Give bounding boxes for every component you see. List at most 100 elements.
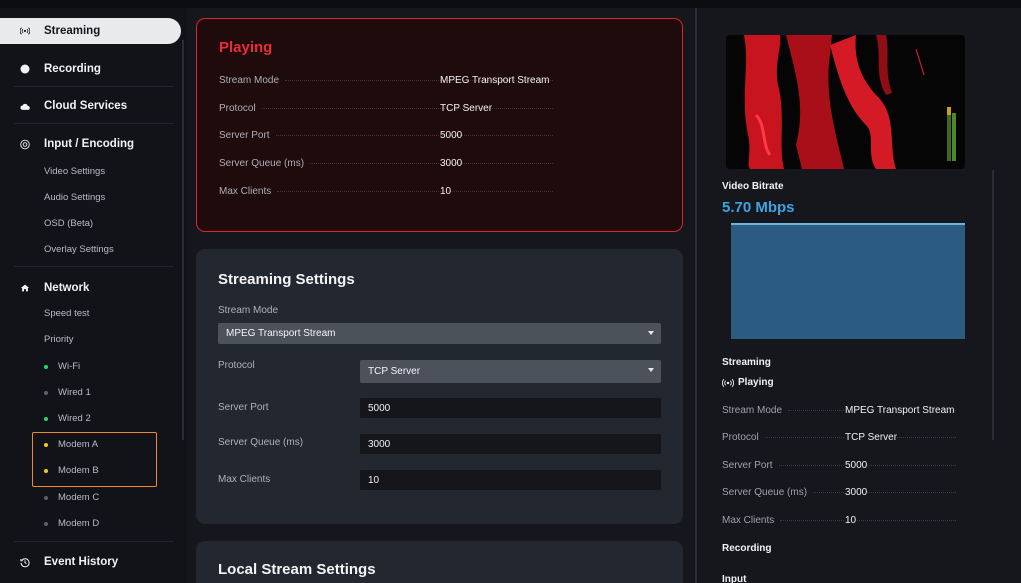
playing-status-card: Playing Stream Mode MPEG Transport Stream… (196, 18, 683, 232)
row-key: Max Clients (219, 186, 272, 197)
select-value: TCP Server (368, 366, 421, 377)
row-key: Server Queue (ms) (722, 487, 808, 498)
sidebar-item-network[interactable]: Network (8, 275, 180, 301)
sidebar-divider (14, 541, 174, 542)
sidebar-item-osd[interactable]: OSD (Beta) (44, 218, 93, 229)
status-row-stream-mode: Stream Mode MPEG Transport Stream (722, 405, 962, 416)
broadcast-icon (8, 26, 30, 36)
sidebar-item-video-settings[interactable]: Video Settings (44, 166, 105, 177)
sidebar-item-overlay-settings[interactable]: Overlay Settings (44, 244, 114, 255)
sidebar-item-label: Wired 2 (58, 413, 91, 424)
sidebar-item-speed-test[interactable]: Speed test (44, 308, 89, 319)
section-title: Streaming Settings (218, 271, 355, 288)
sidebar-item-label: Recording (44, 63, 101, 75)
video-preview (726, 35, 965, 169)
recording-heading: Recording (722, 543, 772, 554)
server-port-label: Server Port (218, 402, 269, 413)
sidebar-item-streaming[interactable]: Streaming (0, 18, 181, 44)
playing-row-server-port: Server Port 5000 (219, 130, 559, 141)
sidebar-item-wired-1[interactable]: Wired 1 (44, 387, 91, 398)
status-panel-scrollbar[interactable] (992, 170, 994, 440)
server-port-field[interactable]: 5000 (360, 398, 661, 418)
sidebar-item-label: Cloud Services (44, 100, 128, 112)
playing-row-stream-mode: Stream Mode MPEG Transport Stream (219, 75, 559, 86)
status-dot (44, 416, 48, 421)
protocol-label: Protocol (218, 360, 255, 371)
row-value: TCP Server (440, 103, 493, 114)
local-stream-settings-card: Local Stream Settings (196, 541, 683, 583)
sidebar-item-audio-settings[interactable]: Audio Settings (44, 192, 105, 203)
row-value: 3000 (440, 158, 463, 169)
row-key: Server Queue (ms) (219, 158, 305, 169)
row-value: 5000 (440, 130, 463, 141)
stream-mode-select[interactable]: MPEG Transport Stream (218, 323, 661, 344)
row-value: 3000 (845, 487, 868, 498)
row-key: Max Clients (722, 515, 775, 526)
server-queue-label: Server Queue (ms) (218, 437, 304, 448)
sidebar-item-label: Modem C (58, 492, 100, 503)
sidebar-item-label: Input / Encoding (44, 138, 135, 150)
status-row-max-clients: Max Clients 10 (722, 515, 962, 526)
protocol-select[interactable]: TCP Server (360, 360, 661, 383)
sidebar-item-label: Modem D (58, 518, 100, 529)
status-row-protocol: Protocol TCP Server (722, 432, 962, 443)
section-title: Local Stream Settings (218, 561, 376, 578)
select-value: MPEG Transport Stream (226, 328, 336, 339)
max-clients-label: Max Clients (218, 474, 271, 485)
sidebar-item-label: Wired 1 (58, 387, 91, 398)
row-value: TCP Server (845, 432, 898, 443)
row-value: MPEG Transport Stream (845, 405, 955, 416)
chevron-down-icon (648, 331, 654, 335)
row-key: Server Port (722, 460, 773, 471)
playing-row-server-queue: Server Queue (ms) 3000 (219, 158, 559, 169)
playing-row-max-clients: Max Clients 10 (219, 186, 559, 197)
status-dot (44, 521, 48, 526)
sidebar-item-modem-d[interactable]: Modem D (44, 518, 99, 529)
network-icon (8, 283, 30, 293)
row-value: MPEG Transport Stream (440, 75, 550, 86)
playing-label: Playing (738, 377, 774, 388)
status-dot (44, 495, 48, 500)
sidebar-item-label: Streaming (44, 25, 101, 37)
row-value: 5000 (845, 460, 868, 471)
streaming-heading: Streaming (722, 357, 771, 368)
row-key: Protocol (722, 432, 759, 443)
playing-title: Playing (219, 39, 273, 56)
bitrate-chart (731, 223, 965, 339)
sidebar-item-wifi[interactable]: Wi-Fi (44, 361, 80, 372)
sidebar-item-recording[interactable]: Recording (8, 56, 180, 82)
row-key: Protocol (219, 103, 256, 114)
video-bitrate-value: 5.70 Mbps (722, 199, 795, 216)
sidebar-divider (14, 266, 174, 267)
sidebar-item-input-encoding[interactable]: Input / Encoding (8, 131, 180, 157)
status-dot (44, 364, 48, 369)
sidebar-item-event-history[interactable]: Event History (8, 549, 180, 575)
broadcast-icon (722, 378, 734, 387)
row-key: Stream Mode (219, 75, 280, 86)
input-heading: Input (722, 574, 747, 583)
sidebar-divider (14, 123, 174, 124)
video-bitrate-label: Video Bitrate (722, 181, 784, 192)
status-row-server-port: Server Port 5000 (722, 460, 962, 471)
sidebar-item-label: Event History (44, 556, 119, 568)
sidebar-item-priority[interactable]: Priority (44, 334, 74, 345)
sidebar-item-label: Network (44, 282, 90, 294)
sidebar-scrollbar[interactable] (182, 40, 184, 440)
row-value: 10 (845, 515, 857, 526)
row-value: 10 (440, 186, 452, 197)
sidebar-item-wired-2[interactable]: Wired 2 (44, 413, 91, 424)
highlight-box (32, 432, 157, 487)
record-icon (8, 64, 30, 74)
sidebar-item-label: Wi-Fi (58, 361, 81, 372)
row-key: Server Port (219, 130, 270, 141)
stream-mode-label: Stream Mode (218, 305, 279, 316)
chevron-down-icon (648, 368, 654, 372)
status-row-server-queue: Server Queue (ms) 3000 (722, 487, 962, 498)
max-clients-field[interactable]: 10 (360, 470, 661, 490)
app-root: Streaming Recording Cloud Services Input… (0, 0, 1021, 583)
sidebar-item-cloud-services[interactable]: Cloud Services (8, 93, 180, 119)
sidebar-item-modem-c[interactable]: Modem C (44, 492, 99, 503)
playing-row-protocol: Protocol TCP Server (219, 103, 559, 114)
sidebar-divider (14, 86, 174, 87)
server-queue-field[interactable]: 3000 (360, 434, 661, 454)
